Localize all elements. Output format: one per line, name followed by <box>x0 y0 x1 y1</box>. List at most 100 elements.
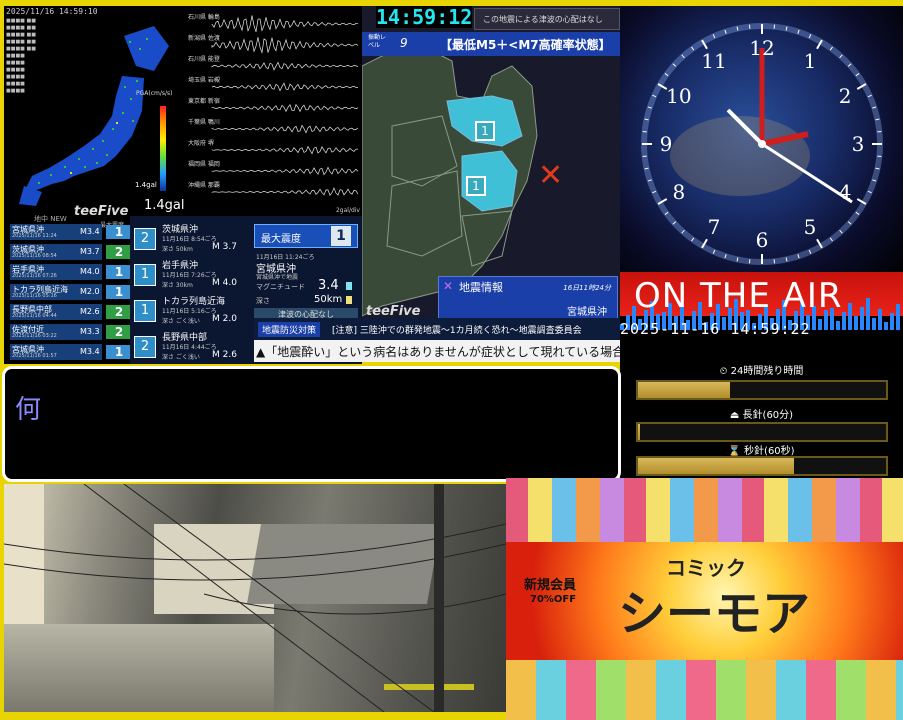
on-air-datetime: 2025-11-16 14:59:22 <box>620 320 811 336</box>
clock-number: 12 <box>749 36 775 60</box>
level-label: 振動レベル <box>368 34 387 49</box>
history-depth: 深さ ごく浅い <box>162 318 200 325</box>
audio-bar <box>866 298 870 330</box>
info-place: 宮城県沖 <box>567 307 607 318</box>
history-depth: 深さ 30km <box>162 282 193 289</box>
kmoni-new-label: 地中 NEW <box>34 215 67 223</box>
audio-bar <box>878 309 882 330</box>
station-label: 大阪府 堺 <box>188 140 214 147</box>
waveform-trace <box>211 15 359 33</box>
quake-intensity: 1 <box>106 265 132 279</box>
quake-intensity: 2 <box>106 245 132 259</box>
quake-intensity: 1 <box>106 345 132 359</box>
waveform-trace <box>211 166 359 176</box>
history-entry: 1 トカラ列島近海 11月16日 5:16ごろ 深さ ごく浅い M 2.0 <box>130 294 252 328</box>
history-time: 11月16日 7:26ごろ <box>162 272 217 279</box>
clock-number: 7 <box>707 215 721 240</box>
quake-row: 長野県中部 2025/11/16 04:44 M2.6 2 <box>8 304 134 320</box>
quake-info-box: ✕ 地震情報 16日11時24分 宮城県沖 <box>438 276 618 322</box>
history-entry: 2 長野県中部 11月16日 4:44ごろ 深さ ごく浅い M 2.6 <box>130 330 252 364</box>
max-intensity-value: 1 <box>331 226 351 246</box>
history-intensity: 1 <box>134 264 156 286</box>
ticker-scroll-bar: ▲「地震酔い」という病名はありませんが症状として現れている場合 <box>254 340 620 362</box>
quake-time: 2025/11/16 05:16 <box>12 293 57 299</box>
quake-mag: M2.0 <box>80 287 100 296</box>
quake-row: 岩手県沖 2025/11/16 07:26 M4.0 1 <box>8 264 134 280</box>
quake-time: 2025/11/16 08:54 <box>12 253 57 259</box>
quake-row: 茨城県沖 2025/11/16 08:54 M3.7 2 <box>8 244 134 260</box>
ad-bottom-strip <box>506 660 903 720</box>
history-intensity: 1 <box>134 300 156 322</box>
history-intensity: 2 <box>134 336 156 358</box>
history-mag: M 3.7 <box>212 242 237 252</box>
clock-number: 4 <box>838 180 852 204</box>
quake-row: トカラ列島近海 2025/11/16 05:16 M2.0 1 <box>8 284 134 300</box>
pga-label: PGA(cm/s/s) <box>136 90 173 97</box>
map-clock: 14:59:12 <box>376 6 473 29</box>
history-mag: M 4.0 <box>212 278 237 288</box>
audio-bar <box>884 322 888 330</box>
history-mag: M 2.6 <box>212 350 237 360</box>
waveform-trace <box>211 37 359 54</box>
quake-mag: M3.4 <box>80 227 100 236</box>
comic-ad-panel[interactable]: 新規会員 70%OFF コミック シーモア <box>506 478 903 720</box>
remaining-bar-fill <box>638 458 795 474</box>
latest-sub: 宮城県沖で地震 <box>256 274 299 281</box>
on-air-panel: ON THE AIR 2025-11-16 14:59:22 <box>620 272 903 336</box>
station-label: 石川県 能登 <box>188 56 220 63</box>
mag-marker <box>346 282 352 290</box>
waveform-trace <box>211 82 358 92</box>
mag-value: 3.4 <box>318 278 339 293</box>
depth-label: 深さ <box>256 297 270 305</box>
quake-time: 2025/11/16 01:57 <box>12 353 57 359</box>
clock-number: 9 <box>659 132 673 156</box>
waveform-trace <box>211 124 359 134</box>
audio-bar <box>842 312 846 330</box>
tohoku-map-panel: 1 1 ✕ 14:59:12 この地震による津波の心配はなし 振動レベル 9 【… <box>362 6 620 356</box>
pga-small-value: 1.4gal <box>135 181 157 189</box>
ticker-tag: 地震防災対策 <box>258 322 321 337</box>
ticker-headline: [注意] 三陸沖での群発地震～1カ月続く恐れ～地震調査委員会 <box>332 326 582 336</box>
quake-mag: M3.4 <box>80 347 100 356</box>
remaining-bar <box>636 380 888 400</box>
station-label: 埼玉県 岩槻 <box>188 77 220 84</box>
quake-intensity: 1 <box>106 285 132 299</box>
station-label: 沖縄県 那覇 <box>188 182 220 189</box>
remaining-label-row: ⏏ 長針(60分) <box>620 406 903 421</box>
quake-time: 2025/11/16 03:22 <box>12 333 57 339</box>
audio-bar <box>854 316 858 330</box>
audio-bar <box>860 307 864 330</box>
history-time: 11月16日 8:54ごろ <box>162 236 217 243</box>
clock-number: 11 <box>701 48 727 73</box>
remaining-bar-fill <box>638 382 730 398</box>
remaining-bar <box>636 456 888 476</box>
pga-value: 1.4gal <box>144 198 185 213</box>
depth-value: 50km <box>314 294 343 305</box>
news-ticker: 地震防災対策 [注意] 三陸沖での群発地震～1カ月続く恐れ～地震調査委員会 ▲「… <box>254 318 620 362</box>
japan-intensity-map <box>19 26 169 206</box>
level-box: 振動レベル 9 <box>362 32 436 56</box>
history-time: 11月16日 4:44ごろ <box>162 344 217 351</box>
info-title: 地震情報 <box>459 281 503 294</box>
level-value: 9 <box>400 36 408 50</box>
wave-scale: 2gal/div <box>335 207 360 214</box>
station-label: 東京都 新宿 <box>188 98 220 105</box>
clock-number: 2 <box>838 84 852 108</box>
history-entry: 1 岩手県沖 11月16日 7:26ごろ 深さ 30km M 4.0 <box>130 258 252 292</box>
ad-brand: シーモア <box>618 586 811 642</box>
audio-bar <box>818 319 822 330</box>
map-brand: teeFive <box>366 304 421 319</box>
history-intensity: 2 <box>134 228 156 250</box>
depth-marker <box>346 296 352 304</box>
alert-banner-text: 【最低M5＋<M7高確率状態】 <box>440 38 611 52</box>
clock-number: 10 <box>666 84 692 108</box>
remaining-icon: ⏏ <box>729 410 740 421</box>
info-x-icon: ✕ <box>443 279 454 293</box>
quake-mag: M3.3 <box>80 327 100 336</box>
quake-row: 宮城県沖 2025/11/16 01:57 M3.4 1 <box>8 344 134 360</box>
audio-bar <box>836 321 840 330</box>
history-depth: 深さ 50km <box>162 246 193 253</box>
on-air-text: ON THE AIR <box>634 276 843 316</box>
remaining-time-panel: ⏲ 24時間残り時間 ⏏ 長針(60分) ⌛ 秒針(60秒) <box>620 336 903 478</box>
remaining-bar <box>636 422 888 442</box>
